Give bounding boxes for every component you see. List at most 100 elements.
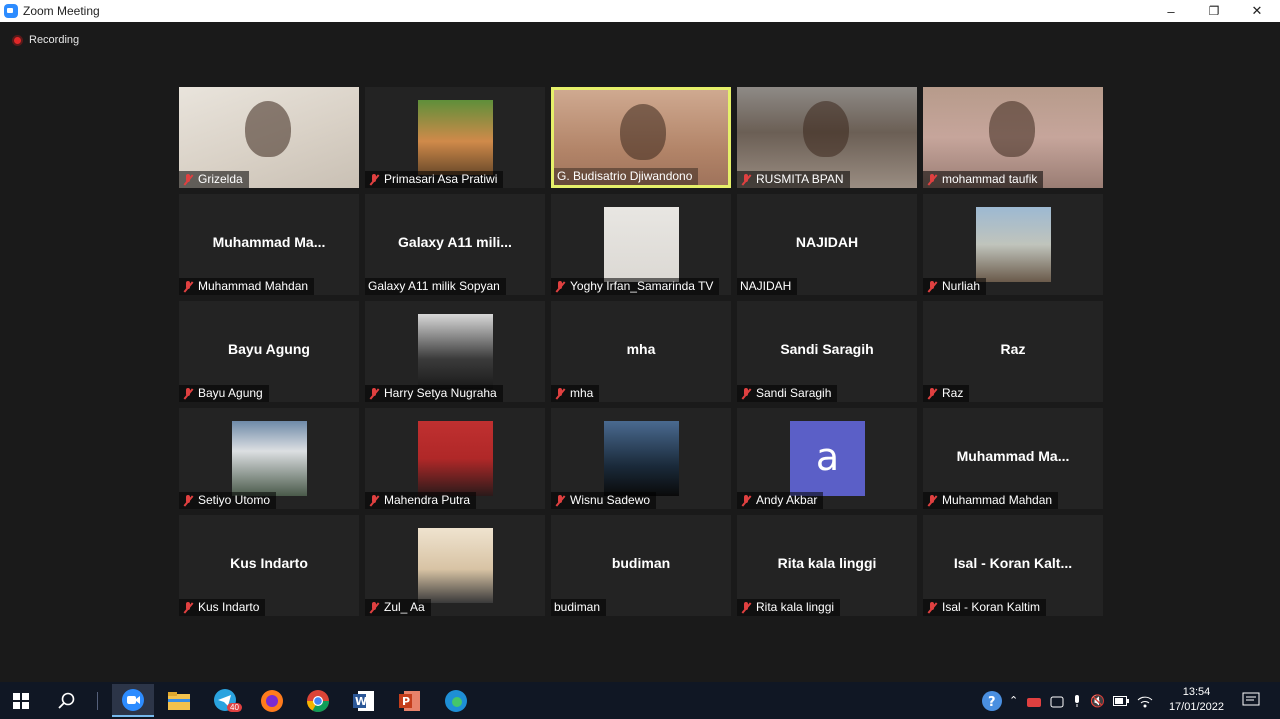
- mic-muted-icon: [368, 601, 381, 614]
- speaker-muted-icon[interactable]: 🔇: [1090, 694, 1105, 708]
- taskbar-firefox[interactable]: [251, 684, 293, 717]
- profile-picture: [418, 314, 493, 389]
- close-button[interactable]: ✕: [1235, 0, 1279, 22]
- clock-date: 17/01/2022: [1168, 701, 1224, 713]
- participant-name-label: Muhammad Mahdan: [179, 278, 315, 295]
- participant-name-label: mha: [551, 385, 600, 402]
- participant-name: Kus Indarto: [198, 600, 260, 614]
- participant-tile[interactable]: Nurliah: [923, 194, 1103, 295]
- participant-tile[interactable]: Grizelda: [179, 87, 359, 188]
- taskbar-zoom[interactable]: [112, 684, 154, 717]
- participant-tile[interactable]: a Andy Akbar: [737, 408, 917, 509]
- participant-tile[interactable]: mha mha: [551, 301, 731, 402]
- system-tray: ? ⌃ 🔇: [981, 682, 1153, 719]
- participant-name-label: Kus Indarto: [179, 599, 266, 616]
- participant-tile[interactable]: NAJIDAH NAJIDAH: [737, 194, 917, 295]
- participant-name: Zul_ Aa: [384, 600, 425, 614]
- participant-tile[interactable]: Zul_ Aa: [365, 515, 545, 616]
- start-button[interactable]: [0, 684, 42, 717]
- participant-name: Muhammad Mahdan: [942, 493, 1053, 507]
- participant-name-label: Nurliah: [923, 278, 987, 295]
- battery-icon[interactable]: [1113, 695, 1130, 706]
- taskbar-clock[interactable]: 13:54 17/01/2022: [1169, 685, 1224, 715]
- participant-name: mohammad taufik: [942, 172, 1038, 186]
- zoom-app-icon: [4, 4, 18, 18]
- participant-tile[interactable]: RUSMITA BPAN: [737, 87, 917, 188]
- search-button[interactable]: [46, 684, 88, 717]
- participant-name: Setiyo Utomo: [198, 493, 271, 507]
- participant-tile[interactable]: Yoghy Irfan_Samarinda TV: [551, 194, 731, 295]
- participant-tile[interactable]: Muhammad Ma... Muhammad Mahdan: [923, 408, 1103, 509]
- participant-name: budiman: [554, 600, 601, 614]
- notification-icon: [1242, 692, 1260, 706]
- participant-name-label: Raz: [923, 385, 970, 402]
- participant-name-label: Rita kala linggi: [737, 599, 841, 616]
- participant-name-label: RUSMITA BPAN: [737, 171, 850, 188]
- recording-indicator[interactable]: Recording: [12, 34, 79, 46]
- participant-name: Muhammad Mahdan: [198, 279, 309, 293]
- window-titlebar: Zoom Meeting – ❐ ✕: [0, 0, 1280, 22]
- participant-display-name: Muhammad Ma...: [956, 448, 1070, 464]
- participant-name: Grizelda: [198, 172, 243, 186]
- participant-tile[interactable]: Bayu Agung Bayu Agung: [179, 301, 359, 402]
- participant-display-name: mha: [626, 341, 656, 357]
- window-title: Zoom Meeting: [23, 4, 100, 18]
- letter-avatar: a: [790, 421, 865, 496]
- person-silhouette: [620, 104, 666, 160]
- participant-tile[interactable]: Galaxy A11 mili... Galaxy A11 milik Sopya…: [365, 194, 545, 295]
- participant-name: mha: [570, 386, 594, 400]
- participant-tile[interactable]: Wisnu Sadewo: [551, 408, 731, 509]
- minimize-button[interactable]: –: [1149, 0, 1193, 22]
- participant-name: Sandi Saragih: [756, 386, 832, 400]
- taskbar-word[interactable]: W: [343, 684, 385, 717]
- edge-icon: [445, 689, 467, 712]
- mic-muted-icon: [740, 494, 753, 507]
- participant-display-name: NAJIDAH: [795, 234, 859, 250]
- chevron-up-icon[interactable]: ⌃: [1009, 694, 1018, 707]
- microphone-icon[interactable]: [1072, 694, 1082, 708]
- participant-display-name: Isal - Koran Kalt...: [953, 555, 1073, 571]
- svg-text:P: P: [402, 695, 410, 708]
- participant-tile[interactable]: Kus Indarto Kus Indarto: [179, 515, 359, 616]
- participant-name-label: Wisnu Sadewo: [551, 492, 657, 509]
- taskbar-edge[interactable]: [435, 684, 477, 717]
- taskbar-file-explorer[interactable]: [158, 684, 200, 717]
- participant-tile[interactable]: Mahendra Putra: [365, 408, 545, 509]
- participant-tile[interactable]: G. Budisatrio Djiwandono: [551, 87, 731, 188]
- taskbar-chrome[interactable]: [297, 684, 339, 717]
- participant-tile[interactable]: budiman budiman: [551, 515, 731, 616]
- action-center-button[interactable]: [1242, 692, 1260, 713]
- camera-icon[interactable]: [1050, 694, 1064, 708]
- person-silhouette: [245, 101, 291, 157]
- taskbar-powerpoint[interactable]: P: [389, 684, 431, 717]
- participant-tile[interactable]: mohammad taufik: [923, 87, 1103, 188]
- participant-tile[interactable]: Muhammad Ma... Muhammad Mahdan: [179, 194, 359, 295]
- mic-muted-icon: [368, 494, 381, 507]
- participant-tile[interactable]: Rita kala linggi Rita kala linggi: [737, 515, 917, 616]
- participant-tile[interactable]: Sandi Saragih Sandi Saragih: [737, 301, 917, 402]
- participant-display-name: Raz: [1000, 341, 1026, 357]
- participant-tile[interactable]: Setiyo Utomo: [179, 408, 359, 509]
- participant-tile[interactable]: Isal - Koran Kalt... Isal - Koran Kaltim: [923, 515, 1103, 616]
- participant-tile[interactable]: Raz Raz: [923, 301, 1103, 402]
- taskbar-telegram[interactable]: 40: [205, 684, 247, 717]
- security-icon[interactable]: [1026, 694, 1042, 708]
- restore-button[interactable]: ❐: [1192, 0, 1236, 22]
- participant-name-label: Andy Akbar: [737, 492, 824, 509]
- participant-name: Raz: [942, 386, 964, 400]
- windows-logo-icon: [13, 692, 29, 709]
- participant-name-label: Yoghy Irfan_Samarinda TV: [551, 278, 720, 295]
- participant-tile[interactable]: Harry Setya Nugraha: [365, 301, 545, 402]
- svg-text:?: ?: [988, 695, 996, 710]
- participant-name: G. Budisatrio Djiwandono: [557, 169, 693, 183]
- participant-tile[interactable]: Primasari Asa Pratiwi: [365, 87, 545, 188]
- word-icon: W: [353, 690, 374, 711]
- help-icon[interactable]: ?: [981, 690, 1003, 712]
- participant-name-label: Mahendra Putra: [365, 492, 477, 509]
- wifi-icon[interactable]: [1137, 694, 1153, 708]
- profile-picture: [604, 207, 679, 282]
- participant-name: Galaxy A11 milik Sopyan: [368, 279, 500, 293]
- participant-name-label: Primasari Asa Pratiwi: [365, 171, 504, 188]
- mic-muted-icon: [926, 387, 939, 400]
- mic-muted-icon: [926, 280, 939, 293]
